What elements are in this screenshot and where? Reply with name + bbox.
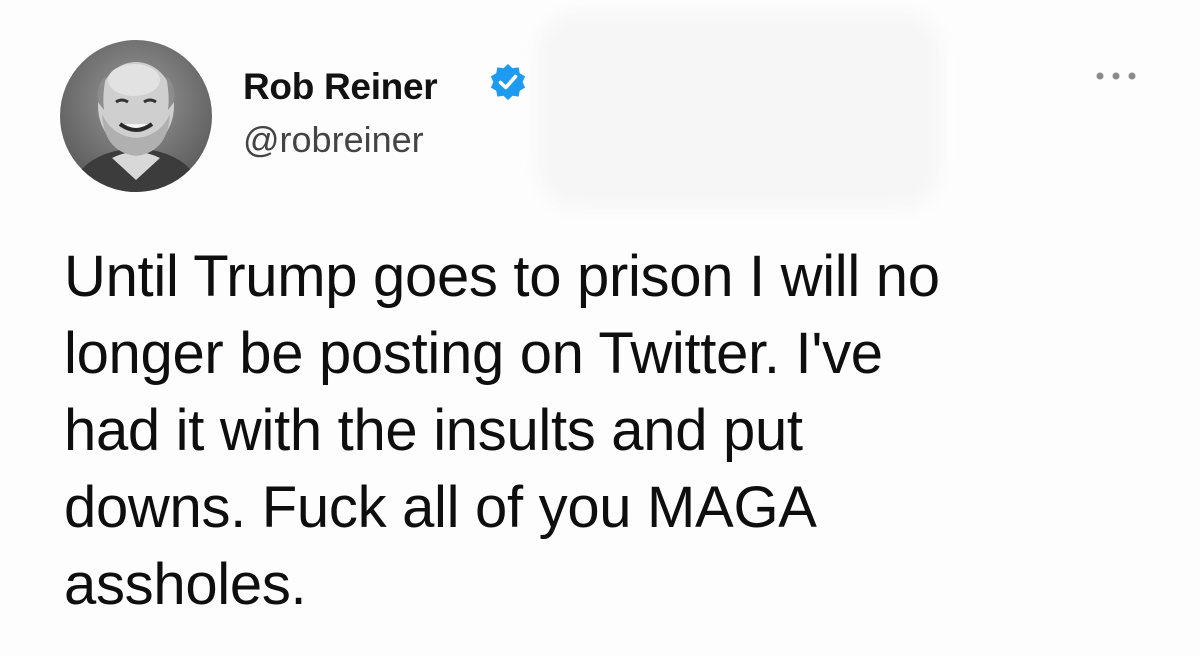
verified-badge-icon bbox=[490, 64, 526, 100]
tweet-text-line: had it with the insults and put bbox=[64, 398, 803, 463]
author-avatar[interactable] bbox=[60, 40, 212, 192]
more-options-icon[interactable] bbox=[1092, 66, 1140, 86]
tweet-card: Rob Reiner @robreiner Until Trump goes t… bbox=[0, 0, 1200, 656]
tweet-text-line: longer be posting on Twitter. I've bbox=[64, 321, 883, 386]
author-display-name[interactable]: Rob Reiner bbox=[243, 66, 438, 108]
tweet-text-line: assholes. bbox=[64, 552, 307, 617]
tweet-text-line: downs. Fuck all of you MAGA bbox=[64, 475, 817, 540]
tweet-text: Until Trump goes to prison I will no lon… bbox=[64, 238, 1174, 623]
redacted-area bbox=[538, 12, 940, 208]
avatar-photo bbox=[70, 62, 202, 192]
author-handle[interactable]: @robreiner bbox=[243, 119, 424, 161]
tweet-text-line: Until Trump goes to prison I will no bbox=[64, 244, 940, 309]
